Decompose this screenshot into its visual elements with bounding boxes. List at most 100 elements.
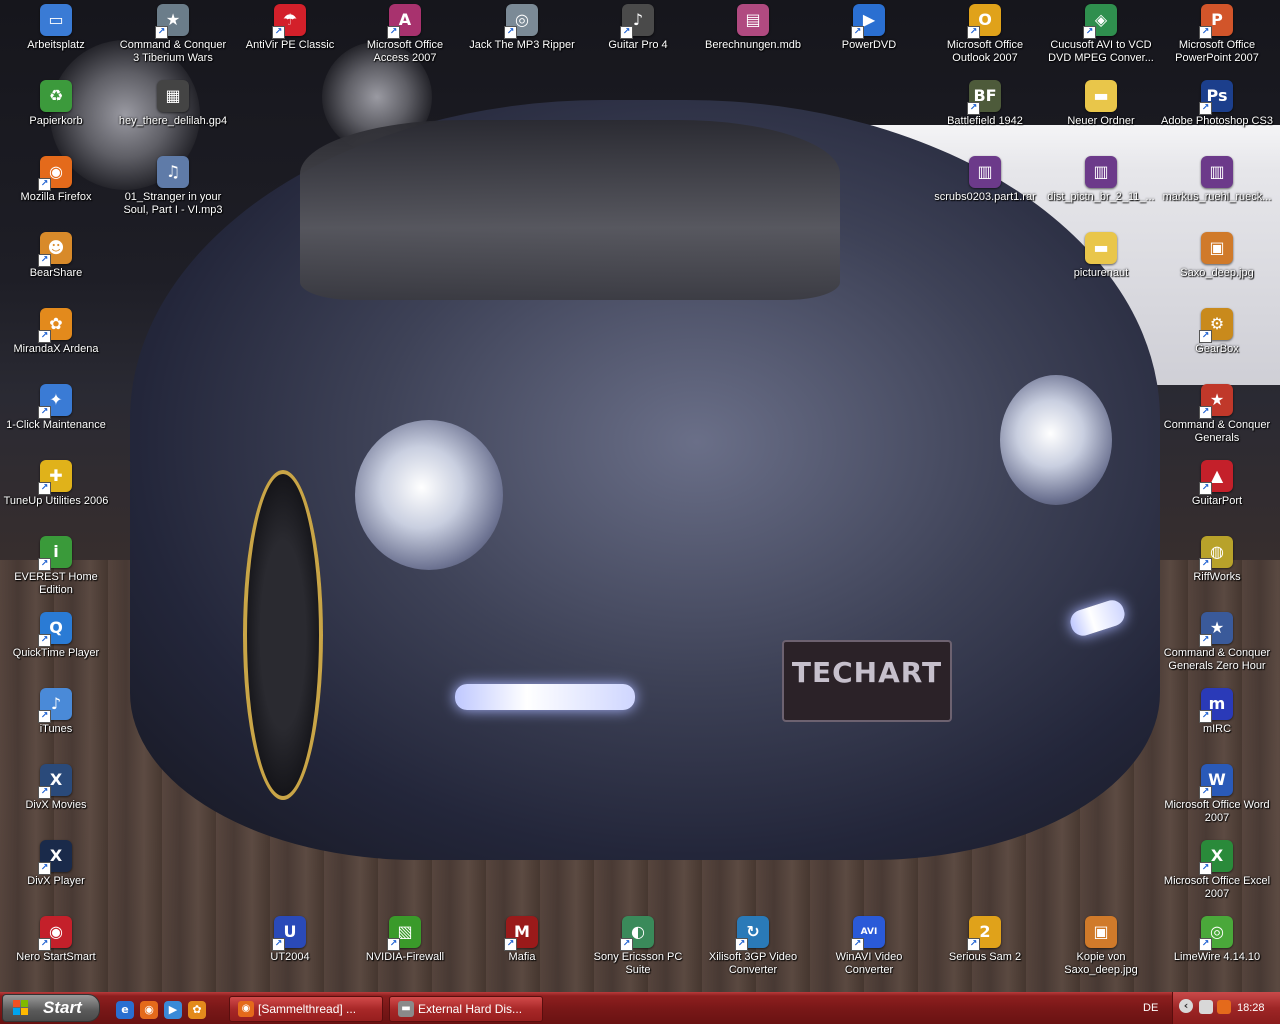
taskbar-task-button[interactable]: ▬ External Hard Dis... bbox=[389, 996, 543, 1022]
language-indicator[interactable]: DE bbox=[1143, 1000, 1158, 1016]
wallpaper-tire bbox=[243, 470, 323, 800]
desktop-icon-heythere[interactable]: ▦ hey_there_delilah.gp4 bbox=[117, 80, 229, 128]
desktop-icon-label: Adobe Photoshop CS3 bbox=[1161, 115, 1273, 127]
desktop-icon-miranda[interactable]: ✿MirandaX Ardena bbox=[0, 308, 112, 356]
taskbar-task-label: [Sammelthread] ... bbox=[258, 1002, 357, 1016]
desktop-icon-firefox[interactable]: ◉Mozilla Firefox bbox=[0, 156, 112, 204]
desktop-icon-saxo[interactable]: ▣ Saxo_deep.jpg bbox=[1161, 232, 1273, 280]
quick-launch-miranda-icon[interactable]: ✿ bbox=[188, 1001, 206, 1019]
desktop-icon-label: Arbeitsplatz bbox=[27, 39, 85, 51]
desktop-icon-divxplayer[interactable]: XDivX Player bbox=[0, 840, 112, 888]
desktop-icon-label: Kopie von Saxo_deep.jpg bbox=[1064, 951, 1138, 976]
desktop-icon-gearbox[interactable]: ⚙GearBox bbox=[1161, 308, 1273, 356]
desktop-icon-label: DivX Movies bbox=[25, 799, 87, 811]
desktop-icon-riffworks[interactable]: ◍RiffWorks bbox=[1161, 536, 1273, 584]
quick-launch-firefox-icon[interactable]: ◉ bbox=[140, 1001, 158, 1019]
desktop-icon-sonyericsson[interactable]: ◐Sony Ericsson PC Suite bbox=[582, 916, 694, 977]
divx-player-icon: X bbox=[38, 840, 72, 875]
desktop-icon-access[interactable]: AMicrosoft Office Access 2007 bbox=[349, 4, 461, 65]
desktop-icon-neuerordner[interactable]: ▬ Neuer Ordner bbox=[1045, 80, 1157, 128]
desktop-icon-label: GearBox bbox=[1195, 343, 1239, 355]
desktop-icon-scrubs[interactable]: ▥ scrubs0203.part1.rar bbox=[929, 156, 1041, 204]
desktop-icon-arbeitsplatz[interactable]: ▭ Arbeitsplatz bbox=[0, 4, 112, 52]
gearbox-icon: ⚙ bbox=[1199, 308, 1233, 343]
desktop-icon-nvidia[interactable]: ▧NVIDIA-Firewall bbox=[349, 916, 461, 964]
desktop-icon-guitarport[interactable]: ▲GuitarPort bbox=[1161, 460, 1273, 508]
desktop-icon-label: hey_there_delilah.gp4 bbox=[118, 115, 228, 127]
desktop-icon-label: Microsoft Office Access 2007 bbox=[366, 39, 444, 64]
limewire-icon: ◎ bbox=[1199, 916, 1233, 951]
desktop-icon-everest[interactable]: iEVEREST Home Edition bbox=[0, 536, 112, 597]
folder-icon: ▬ bbox=[1085, 80, 1117, 112]
desktop-icon-photoshop[interactable]: PsAdobe Photoshop CS3 bbox=[1161, 80, 1273, 128]
desktop-icon-word[interactable]: WMicrosoft Office Word 2007 bbox=[1161, 764, 1273, 825]
desktop-icon-bearshare[interactable]: ☻BearShare bbox=[0, 232, 112, 280]
desktop-icon-kopiesaxo[interactable]: ▣ Kopie von Saxo_deep.jpg bbox=[1045, 916, 1157, 977]
desktop[interactable]: TECHART ▭Arbeitsplatz★Command & Conquer … bbox=[0, 0, 1280, 992]
serious-sam-icon: 2 bbox=[967, 916, 1001, 951]
folder-icon: ▬ bbox=[1085, 232, 1117, 264]
quicktime-icon: Q bbox=[38, 612, 72, 647]
mp3-file-icon: ♫ bbox=[157, 156, 189, 188]
desktop-icon-excel[interactable]: XMicrosoft Office Excel 2007 bbox=[1161, 840, 1273, 901]
taskbar: Start e ◉ ▶ ✿ ◉ [Sammelthread] ... ▬ External … bbox=[0, 992, 1280, 1024]
desktop-icon-label: Mafia bbox=[508, 951, 536, 963]
desktop-icon-label: GuitarPort bbox=[1191, 495, 1243, 507]
desktop-icon-xilisoft[interactable]: ↻Xilisoft 3GP Video Converter bbox=[697, 916, 809, 977]
xilisoft-icon: ↻ bbox=[735, 916, 769, 951]
desktop-icon-tuneup[interactable]: ✚TuneUp Utilities 2006 bbox=[0, 460, 112, 508]
ms-access-icon: A bbox=[387, 4, 421, 39]
desktop-icon-papierkorb[interactable]: ♻ Papierkorb bbox=[0, 80, 112, 128]
desktop-icon-guitarpro[interactable]: ♪Guitar Pro 4 bbox=[582, 4, 694, 52]
desktop-icon-label: Serious Sam 2 bbox=[948, 951, 1022, 963]
desktop-icon-picturenaut[interactable]: ▬ picturenaut bbox=[1045, 232, 1157, 280]
show-hidden-icons-chevron-icon[interactable]: ‹ bbox=[1179, 999, 1193, 1013]
start-button[interactable]: Start bbox=[2, 994, 100, 1022]
desktop-icon-antivir[interactable]: ☂AntiVir PE Classic bbox=[234, 4, 346, 52]
desktop-icon-stranger[interactable]: ♫ 01_Stranger in your Soul, Part I - VI.m… bbox=[117, 156, 229, 217]
desktop-icon-ut2004[interactable]: UUT2004 bbox=[234, 916, 346, 964]
desktop-icon-label: 01_Stranger in your Soul, Part I - VI.mp… bbox=[123, 191, 223, 216]
firefox-icon: ◉ bbox=[238, 1000, 254, 1017]
desktop-icon-label: DivX Player bbox=[27, 875, 85, 887]
desktop-icon-label: Command & Conquer 3 Tiberium Wars bbox=[119, 39, 227, 64]
desktop-icon-cucusoft[interactable]: ◈Cucusoft AVI to VCD DVD MPEG Conver... bbox=[1045, 4, 1157, 65]
desktop-icon-label: Sony Ericsson PC Suite bbox=[593, 951, 683, 976]
desktop-icon-outlook[interactable]: OMicrosoft Office Outlook 2007 bbox=[929, 4, 1041, 65]
clock[interactable]: 18:28 bbox=[1237, 1000, 1265, 1016]
tray-tools-icon[interactable] bbox=[1199, 1000, 1213, 1014]
desktop-icon-cnczh[interactable]: ★Command & Conquer Generals Zero Hour bbox=[1161, 612, 1273, 673]
quick-launch-ie-icon[interactable]: e bbox=[116, 1001, 134, 1019]
desktop-icon-mirc[interactable]: mmIRC bbox=[1161, 688, 1273, 736]
desktop-icon-dist[interactable]: ▥ dist_pictn_br_2_11_... bbox=[1045, 156, 1157, 204]
desktop-icon-label: 1-Click Maintenance bbox=[6, 419, 106, 431]
quick-launch-media-icon[interactable]: ▶ bbox=[164, 1001, 182, 1019]
desktop-icon-bf1942[interactable]: BFBattlefield 1942 bbox=[929, 80, 1041, 128]
desktop-icon-cnc3[interactable]: ★Command & Conquer 3 Tiberium Wars bbox=[117, 4, 229, 65]
desktop-icon-nero[interactable]: ◉Nero StartSmart bbox=[0, 916, 112, 964]
desktop-icon-winavi[interactable]: AVIWinAVI Video Converter bbox=[813, 916, 925, 977]
desktop-icon-limewire[interactable]: ◎LimeWire 4.14.10 bbox=[1161, 916, 1273, 964]
cd-ripper-icon: ◎ bbox=[504, 4, 538, 39]
taskbar-task-button[interactable]: ◉ [Sammelthread] ... bbox=[229, 996, 383, 1022]
desktop-icon-berechnungen[interactable]: ▤ Berechnungen.mdb bbox=[697, 4, 809, 52]
desktop-icon-jack[interactable]: ◎Jack The MP3 Ripper bbox=[466, 4, 578, 52]
desktop-icon-divxmovies[interactable]: XDivX Movies bbox=[0, 764, 112, 812]
system-tray: ‹ 18:28 bbox=[1172, 992, 1280, 1024]
desktop-icon-mafia[interactable]: MMafia bbox=[466, 916, 578, 964]
desktop-icon-markus[interactable]: ▥ markus_ruehl_rueck... bbox=[1161, 156, 1273, 204]
desktop-icon-label: WinAVI Video Converter bbox=[835, 951, 903, 976]
riffworks-icon: ◍ bbox=[1199, 536, 1233, 571]
tray-app-icon[interactable] bbox=[1217, 1000, 1231, 1014]
desktop-icon-itunes[interactable]: ♪iTunes bbox=[0, 688, 112, 736]
desktop-icon-powerpoint[interactable]: PMicrosoft Office PowerPoint 2007 bbox=[1161, 4, 1273, 65]
desktop-icon-cncgen[interactable]: ★Command & Conquer Generals bbox=[1161, 384, 1273, 445]
everest-info-icon: i bbox=[38, 536, 72, 571]
desktop-icon-serioussam[interactable]: 2Serious Sam 2 bbox=[929, 916, 1041, 964]
quick-launch: e ◉ ▶ ✿ bbox=[116, 998, 212, 1019]
wallpaper-light-strip bbox=[455, 684, 635, 710]
desktop-icon-label: UT2004 bbox=[270, 951, 310, 963]
desktop-icon-oneclick[interactable]: ✦1-Click Maintenance bbox=[0, 384, 112, 432]
desktop-icon-powerdvd[interactable]: ▶PowerDVD bbox=[813, 4, 925, 52]
desktop-icon-quicktime[interactable]: QQuickTime Player bbox=[0, 612, 112, 660]
